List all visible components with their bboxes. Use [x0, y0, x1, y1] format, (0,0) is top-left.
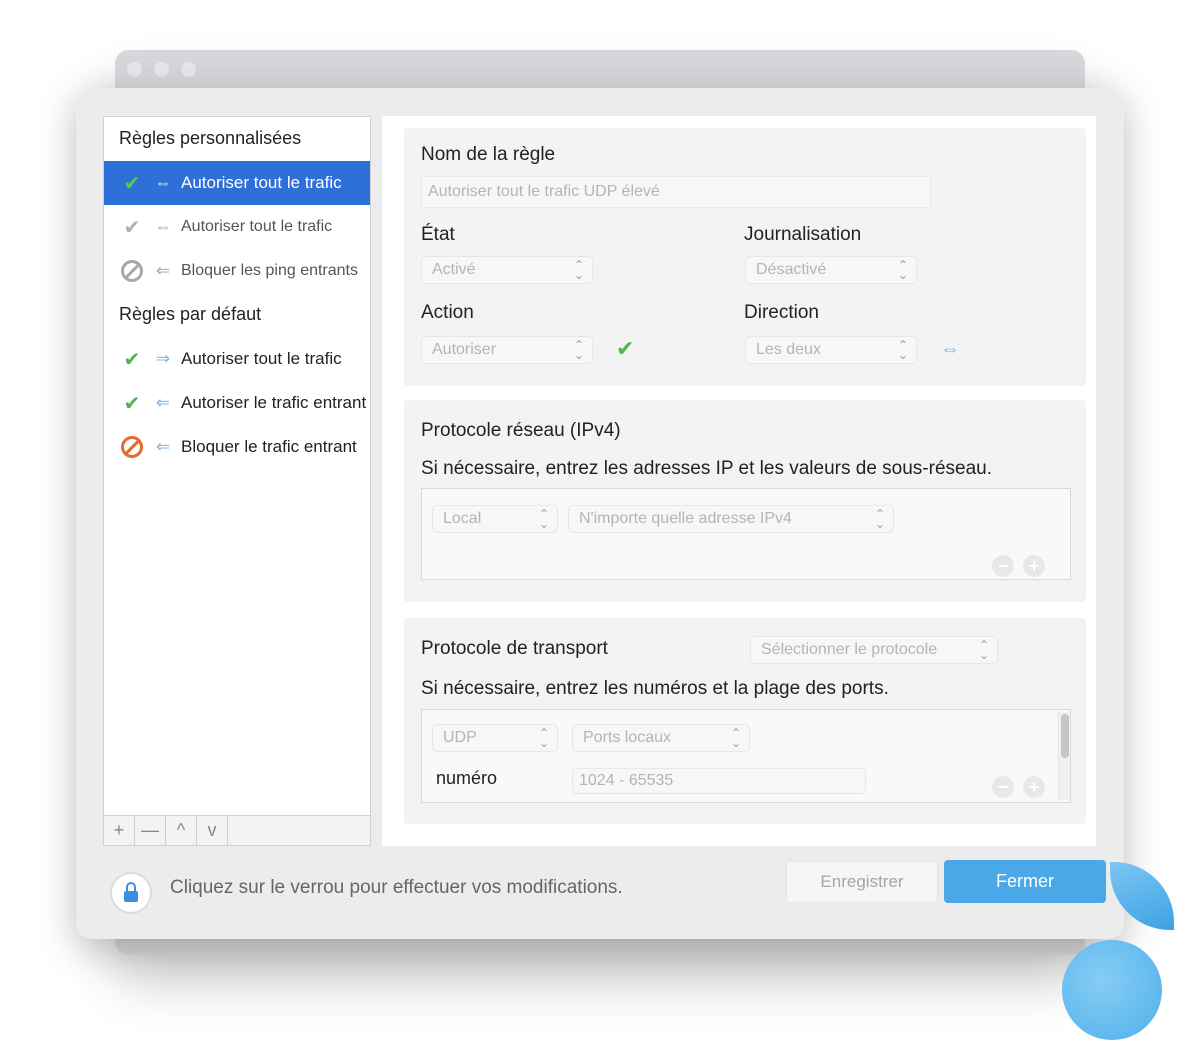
state-select-value: Activé	[432, 261, 476, 278]
incoming-arrow-icon: ⇐	[155, 437, 171, 456]
transport-protocol-title: Protocole de transport	[421, 638, 608, 659]
address-list: Local ⌃ ⌄ N'importe quelle adresse IPv4 ⌃…	[421, 488, 1071, 580]
block-icon	[119, 260, 145, 282]
sidebar-item-custom-allow-all-disabled[interactable]: ✔ ⇔ Autoriser tout le trafic	[104, 205, 370, 249]
incoming-arrow-icon: ⇐	[155, 393, 171, 412]
transport-protocol-select-value: Sélectionner le protocole	[761, 641, 938, 658]
port-number-label: numéro	[436, 768, 498, 788]
rule-name-field[interactable]: Autoriser tout le trafic UDP élevé	[421, 176, 931, 208]
sidebar-item-default-block-incoming[interactable]: ⇐ Bloquer le trafic entrant	[104, 425, 370, 469]
address-select-value: N'importe quelle adresse IPv4	[579, 510, 792, 527]
move-up-button[interactable]: ^	[166, 816, 197, 845]
checkmark-icon: ✔	[123, 348, 141, 371]
chevron-updown-icon: ⌃ ⌄	[573, 338, 584, 362]
state-select[interactable]: Activé ⌃ ⌄	[421, 256, 593, 284]
chevron-updown-icon: ⌃ ⌄	[538, 507, 549, 531]
outgoing-arrow-icon: ⇒	[155, 349, 171, 368]
sidebar-item-label: Autoriser le trafic entrant	[181, 393, 367, 412]
direction-select-value: Les deux	[756, 341, 821, 358]
checkmark-icon: ✔	[123, 392, 141, 415]
chevron-updown-icon: ⌃ ⌄	[874, 507, 885, 531]
transport-protocol-section: Protocole de transport Sélectionner le p…	[404, 618, 1086, 824]
sidebar-item-label: Autoriser tout le trafic	[181, 349, 342, 368]
rule-detail-panel: Nom de la règle Autoriser tout le trafic…	[382, 116, 1096, 846]
logging-select[interactable]: Désactivé ⌃ ⌄	[745, 256, 917, 284]
sidebar-item-label: Autoriser tout le trafic	[181, 218, 333, 235]
chevron-updown-icon: ⌃ ⌄	[538, 726, 549, 750]
close-button[interactable]: Fermer	[944, 860, 1106, 903]
state-label: État	[421, 224, 455, 245]
default-rules-header: Règles par défaut	[119, 304, 262, 324]
sidebar-item-default-allow-all[interactable]: ✔ ⇒ Autoriser tout le trafic	[104, 337, 370, 381]
port-scope-value: Ports locaux	[583, 729, 672, 746]
add-port-button[interactable]: +	[1023, 776, 1045, 798]
sidebar-item-label: Bloquer le trafic entrant	[181, 437, 357, 456]
block-icon	[119, 436, 145, 458]
move-down-button[interactable]: v	[197, 816, 228, 845]
lock-hint: Cliquez sur le verrou pour effectuer vos…	[170, 877, 623, 898]
network-protocol-title: Protocole réseau (IPv4)	[421, 420, 621, 441]
sidebar-item-block-ping[interactable]: ⇐ Bloquer les ping entrants	[104, 249, 370, 293]
rules-sidebar: Règles personnalisées ✔ ⇔ Autoriser tout…	[103, 116, 371, 816]
action-select[interactable]: Autoriser ⌃ ⌄	[421, 336, 593, 364]
direction-label: Direction	[744, 302, 819, 323]
port-list: UDP ⌃ ⌄ Ports locaux ⌃ ⌄ numéro 1024 - 655…	[421, 709, 1071, 803]
checkmark-icon: ✔	[616, 336, 635, 361]
sidebar-item-custom-allow-all[interactable]: ✔ ⇔ Autoriser tout le trafic	[104, 161, 370, 205]
window-controls	[127, 62, 196, 77]
firewall-rules-dialog: Règles personnalisées ✔ ⇔ Autoriser tout…	[76, 88, 1124, 939]
action-select-value: Autoriser	[432, 341, 497, 358]
decorative-circle	[1062, 940, 1162, 1040]
port-protocol-value: UDP	[443, 729, 477, 746]
sidebar-item-label: Autoriser tout le trafic	[181, 173, 342, 192]
transport-protocol-select[interactable]: Sélectionner le protocole ⌃ ⌄	[750, 636, 998, 664]
add-address-button[interactable]: +	[1023, 555, 1045, 577]
add-rule-button[interactable]: +	[104, 816, 135, 845]
close-window-button[interactable]	[127, 62, 142, 77]
rule-name-label: Nom de la règle	[421, 144, 556, 165]
network-protocol-section: Protocole réseau (IPv4) Si nécessaire, e…	[404, 400, 1086, 602]
scrollbar-thumb[interactable]	[1061, 714, 1069, 758]
checkmark-icon: ✔	[123, 172, 141, 195]
address-select[interactable]: N'importe quelle adresse IPv4 ⌃ ⌄	[568, 505, 894, 533]
lock-icon	[124, 881, 138, 902]
address-scope-value: Local	[443, 510, 482, 527]
chevron-updown-icon: ⌃ ⌄	[573, 258, 584, 282]
rule-settings-section: Nom de la règle Autoriser tout le trafic…	[404, 128, 1086, 386]
incoming-arrow-icon: ⇐	[155, 261, 171, 280]
chevron-updown-icon: ⌃ ⌄	[730, 726, 741, 750]
port-range-field[interactable]: 1024 - 65535	[572, 768, 866, 794]
lock-button[interactable]	[110, 872, 152, 914]
remove-port-button[interactable]: −	[992, 776, 1014, 798]
action-label: Action	[421, 302, 474, 323]
logging-label: Journalisation	[744, 224, 862, 245]
port-list-scrollbar[interactable]	[1058, 712, 1070, 800]
remove-address-button[interactable]: −	[992, 555, 1014, 577]
bidirectional-arrow-icon: ⇔	[154, 173, 172, 192]
chevron-updown-icon: ⌃ ⌄	[897, 338, 908, 362]
bidirectional-arrow-icon: ⇔	[940, 338, 960, 360]
chevron-updown-icon: ⌃ ⌄	[978, 638, 989, 662]
sidebar-item-default-allow-incoming[interactable]: ✔ ⇐ Autoriser le trafic entrant	[104, 381, 370, 425]
zoom-window-button[interactable]	[181, 62, 196, 77]
chevron-updown-icon: ⌃ ⌄	[897, 258, 908, 282]
transport-protocol-hint: Si nécessaire, entrez les numéros et la …	[421, 678, 889, 699]
minimize-window-button[interactable]	[154, 62, 169, 77]
port-scope-select[interactable]: Ports locaux ⌃ ⌄	[572, 724, 750, 752]
network-protocol-hint: Si nécessaire, entrez les adresses IP et…	[421, 458, 992, 479]
address-scope-select[interactable]: Local ⌃ ⌄	[432, 505, 558, 533]
bidirectional-arrow-icon: ⇔	[154, 217, 172, 236]
remove-rule-button[interactable]: —	[135, 816, 166, 845]
sidebar-item-label: Bloquer les ping entrants	[181, 262, 358, 279]
direction-select[interactable]: Les deux ⌃ ⌄	[745, 336, 917, 364]
custom-rules-header: Règles personnalisées	[119, 128, 302, 148]
checkmark-icon: ✔	[123, 216, 141, 239]
save-button[interactable]: Enregistrer	[786, 861, 938, 903]
port-protocol-select[interactable]: UDP ⌃ ⌄	[432, 724, 558, 752]
sidebar-toolbar: + — ^ v	[103, 816, 371, 846]
logging-select-value: Désactivé	[756, 261, 827, 278]
